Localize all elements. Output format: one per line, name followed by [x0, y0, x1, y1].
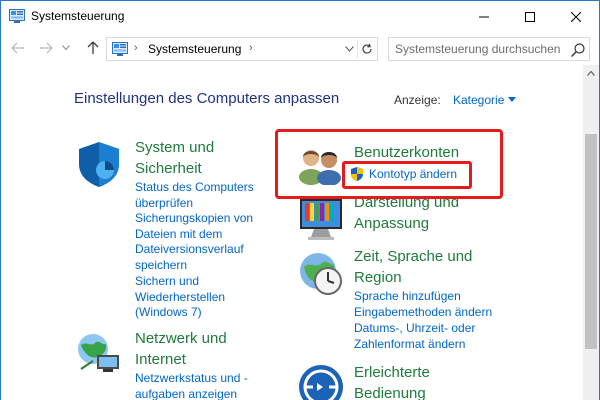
scrollbar-thumb[interactable]: [585, 134, 597, 349]
scroll-up-button[interactable]: [583, 65, 599, 82]
category-ease-of-access[interactable]: Erleichterte Bedienung: [354, 362, 494, 400]
view-by-label: Anzeige:: [394, 93, 441, 107]
link-change-input-methods[interactable]: Eingabemethoden ändern: [354, 305, 504, 321]
ease-of-access-icon[interactable]: [296, 362, 346, 400]
forward-button[interactable]: [38, 40, 54, 56]
arrow-up-icon: [87, 41, 99, 54]
arrow-left-icon: [11, 42, 24, 54]
highlight-change-account-type-frame: [342, 161, 472, 189]
network-globe-icon[interactable]: [75, 331, 123, 375]
window-title: Systemsteuerung: [31, 9, 125, 23]
close-icon: [571, 11, 581, 22]
breadcrumb-item[interactable]: Systemsteuerung: [148, 42, 241, 56]
title-bar[interactable]: Systemsteuerung: [1, 1, 599, 32]
link-add-language[interactable]: Sprache hinzufügen: [354, 289, 504, 305]
category-system-security[interactable]: System und Sicherheit: [135, 137, 275, 179]
control-panel-icon: [112, 42, 128, 56]
breadcrumb-separator-icon[interactable]: ›: [134, 42, 138, 54]
recent-locations-button[interactable]: [60, 40, 72, 56]
chevron-up-icon: [587, 71, 595, 76]
maximize-button[interactable]: [507, 1, 553, 32]
minimize-icon: [479, 16, 489, 17]
view-by-dropdown[interactable]: Kategorie: [453, 93, 504, 107]
search-field[interactable]: Systemsteuerung durchsuchen: [388, 37, 590, 61]
link-check-computer-status[interactable]: Status des Computers überprüfen: [135, 180, 285, 211]
link-network-status-tasks[interactable]: Netzwerkstatus und -aufgaben anzeigen: [135, 371, 275, 400]
maximize-icon: [525, 11, 535, 22]
refresh-icon: [361, 43, 372, 54]
address-dropdown-button[interactable]: [341, 40, 357, 58]
arrow-right-icon: [40, 42, 53, 54]
chevron-down-icon: [344, 46, 354, 52]
refresh-button[interactable]: [357, 40, 375, 58]
page-title: Einstellungen des Computers anpassen: [74, 90, 340, 107]
navigation-bar: › Systemsteuerung › Systemsteuerung durc…: [1, 32, 599, 65]
category-clock-language-region[interactable]: Zeit, Sprache und Region: [354, 246, 494, 288]
clock-region-icon[interactable]: [296, 249, 346, 299]
up-button[interactable]: [85, 40, 101, 56]
link-file-history-backup[interactable]: Sicherungskopien von Dateien mit dem Dat…: [135, 211, 275, 273]
search-icon: [571, 43, 585, 57]
control-panel-icon: [9, 9, 25, 23]
chevron-down-icon: [62, 45, 70, 51]
appearance-monitor-icon[interactable]: [296, 195, 346, 243]
address-bar[interactable]: › Systemsteuerung ›: [106, 37, 378, 61]
security-shield-icon[interactable]: [75, 140, 123, 188]
vertical-scrollbar[interactable]: [583, 65, 599, 400]
link-backup-restore-win7[interactable]: Sichern und Wiederherstellen (Windows 7): [135, 274, 275, 321]
breadcrumb-separator-icon[interactable]: ›: [249, 42, 253, 54]
close-button[interactable]: [553, 1, 599, 32]
back-button[interactable]: [10, 40, 26, 56]
category-network-internet[interactable]: Netzwerk und Internet: [135, 328, 275, 370]
dropdown-caret-icon[interactable]: [508, 97, 516, 102]
minimize-button[interactable]: [461, 1, 507, 32]
search-placeholder: Systemsteuerung durchsuchen: [395, 42, 561, 56]
content-area: Einstellungen des Computers anpassen Anz…: [1, 65, 599, 400]
control-panel-window: Systemsteuerung › Systemsteuerung › Syst…: [0, 0, 600, 400]
link-change-date-time-format[interactable]: Datums-, Uhrzeit- oder Zahlenformat ände…: [354, 321, 494, 352]
